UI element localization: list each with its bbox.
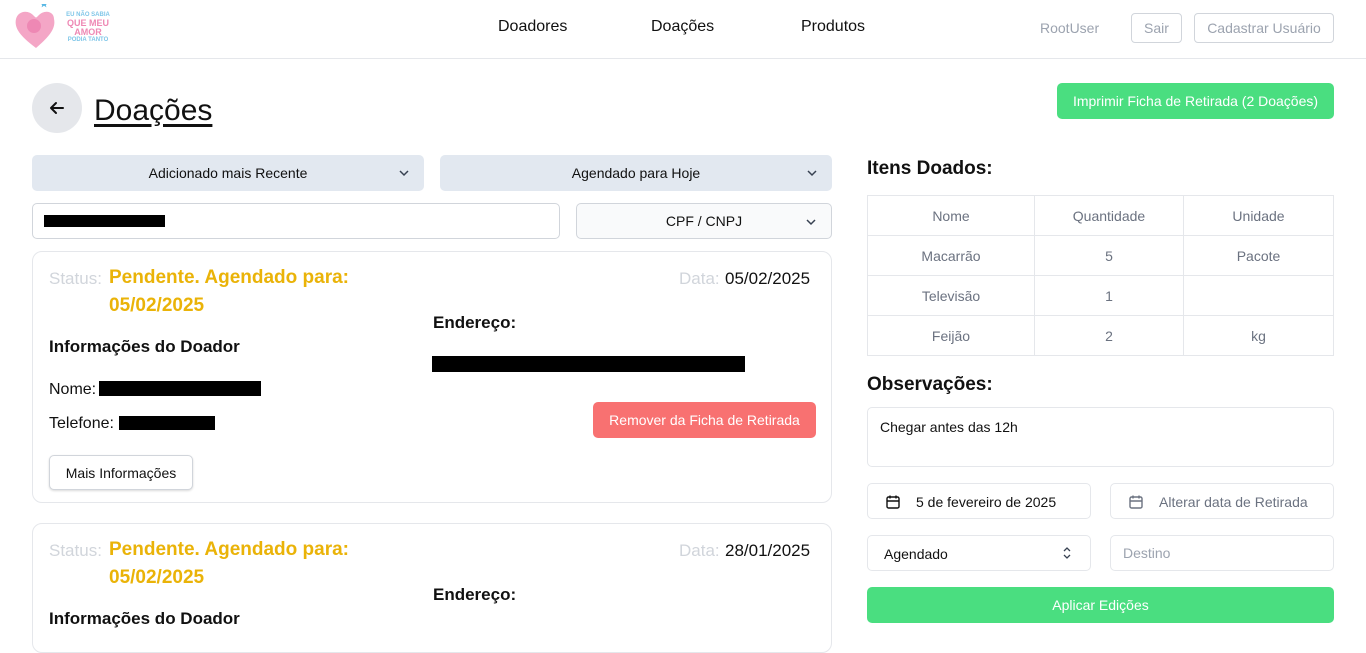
redacted-search-value	[44, 215, 165, 227]
apply-edits-button[interactable]: Aplicar Edições	[867, 587, 1334, 623]
status-value: Pendente. Agendado para: 05/02/2025	[109, 539, 349, 588]
donor-info-heading: Informações do Doador	[49, 609, 240, 628]
address-heading: Endereço:	[433, 585, 517, 604]
calendar-icon	[1129, 495, 1143, 509]
address-heading: Endereço:	[433, 313, 517, 332]
schedule-filter-select[interactable]: Agendado para Hoje	[440, 155, 832, 191]
change-pickup-date-button[interactable]: Alterar data de Retirada	[1110, 483, 1334, 519]
nav-doacoes[interactable]: Doações	[651, 18, 714, 36]
date-value: 05/02/2025	[725, 269, 811, 288]
observations-heading: Observações:	[867, 374, 993, 395]
arrow-left-icon	[50, 102, 64, 114]
name-label: Nome:	[49, 381, 97, 398]
remove-from-sheet-button[interactable]: Remover da Ficha de Retirada	[593, 402, 816, 438]
status-label: Status:	[49, 541, 102, 560]
item-qty-cell: 1	[1034, 275, 1184, 316]
chevron-down-icon	[399, 170, 409, 177]
redacted-address	[432, 356, 745, 372]
phone-label: Telefone:	[49, 415, 114, 432]
column-header: Quantidade	[1034, 195, 1184, 236]
item-unit-cell	[1183, 275, 1334, 316]
column-header: Nome	[867, 195, 1035, 236]
back-button[interactable]	[32, 83, 82, 133]
donor-info-heading: Informações do Doador	[49, 337, 240, 356]
date-label: Data:	[679, 541, 720, 560]
date-label: Data:	[679, 269, 720, 288]
logo-text: EU NÃO SABIA QUE MEU AMOR PODIA TANTO	[66, 12, 110, 43]
item-name-cell: Feijão	[867, 315, 1035, 356]
calendar-icon	[886, 495, 900, 509]
chevron-down-icon	[806, 219, 816, 226]
donated-items-table: Nome Quantidade Unidade Macarrão 5 Pacot…	[867, 195, 1334, 356]
sort-select[interactable]: Adicionado mais Recente	[32, 155, 424, 191]
pickup-date-value: 5 de fevereiro de 2025	[916, 494, 1057, 510]
item-name-cell: Televisão	[867, 275, 1035, 316]
page-title: Doações	[94, 94, 213, 127]
column-header: Unidade	[1183, 195, 1334, 236]
nav-produtos[interactable]: Produtos	[801, 18, 865, 36]
sort-select-value: Adicionado mais Recente	[148, 165, 308, 181]
heart-logo-icon	[15, 4, 55, 48]
table-header-row: Nome Quantidade Unidade	[867, 195, 1334, 236]
donation-card: Status: Pendente. Agendado para: 05/02/2…	[32, 251, 832, 503]
logout-button[interactable]: Sair	[1131, 13, 1182, 43]
table-row: Televisão 1	[867, 275, 1334, 316]
search-input[interactable]	[32, 203, 560, 239]
schedule-filter-value: Agendado para Hoje	[571, 165, 701, 181]
status-label: Status:	[49, 269, 102, 288]
chevron-up-down-icon	[1063, 547, 1071, 559]
doc-type-select[interactable]: CPF / CNPJ	[576, 203, 832, 239]
table-row: Feijão 2 kg	[867, 315, 1334, 356]
nav-doadores[interactable]: Doadores	[498, 18, 567, 36]
status-value: Pendente. Agendado para: 05/02/2025	[109, 267, 349, 316]
redacted-name	[99, 381, 261, 396]
redacted-phone	[119, 416, 215, 430]
status-select-value: Agendado	[884, 546, 948, 562]
change-date-label: Alterar data de Retirada	[1159, 494, 1308, 510]
item-qty-cell: 5	[1034, 235, 1184, 276]
pickup-date-display[interactable]: 5 de fevereiro de 2025	[867, 483, 1091, 519]
more-info-button[interactable]: Mais Informações	[49, 455, 193, 490]
item-unit-cell: kg	[1183, 315, 1334, 356]
table-row: Macarrão 5 Pacote	[867, 235, 1334, 276]
status-select[interactable]: Agendado	[867, 535, 1091, 571]
print-pickup-sheet-button[interactable]: Imprimir Ficha de Retirada (2 Doações)	[1057, 83, 1334, 119]
item-qty-cell: 2	[1034, 315, 1184, 356]
logo[interactable]: EU NÃO SABIA QUE MEU AMOR PODIA TANTO	[14, 4, 110, 54]
destination-input[interactable]	[1110, 535, 1334, 571]
doc-type-value: CPF / CNPJ	[665, 213, 743, 229]
chevron-down-icon	[807, 170, 817, 177]
item-name-cell: Macarrão	[867, 235, 1035, 276]
donation-card: Status: Pendente. Agendado para: 05/02/2…	[32, 523, 832, 653]
register-user-button[interactable]: Cadastrar Usuário	[1194, 13, 1334, 43]
donated-items-heading: Itens Doados:	[867, 158, 993, 179]
date-value: 28/01/2025	[725, 541, 811, 560]
item-unit-cell: Pacote	[1183, 235, 1334, 276]
observations-textarea[interactable]: Chegar antes das 12h	[867, 407, 1334, 467]
current-user: RootUser	[1040, 20, 1100, 36]
top-header: EU NÃO SABIA QUE MEU AMOR PODIA TANTO Do…	[0, 0, 1366, 59]
